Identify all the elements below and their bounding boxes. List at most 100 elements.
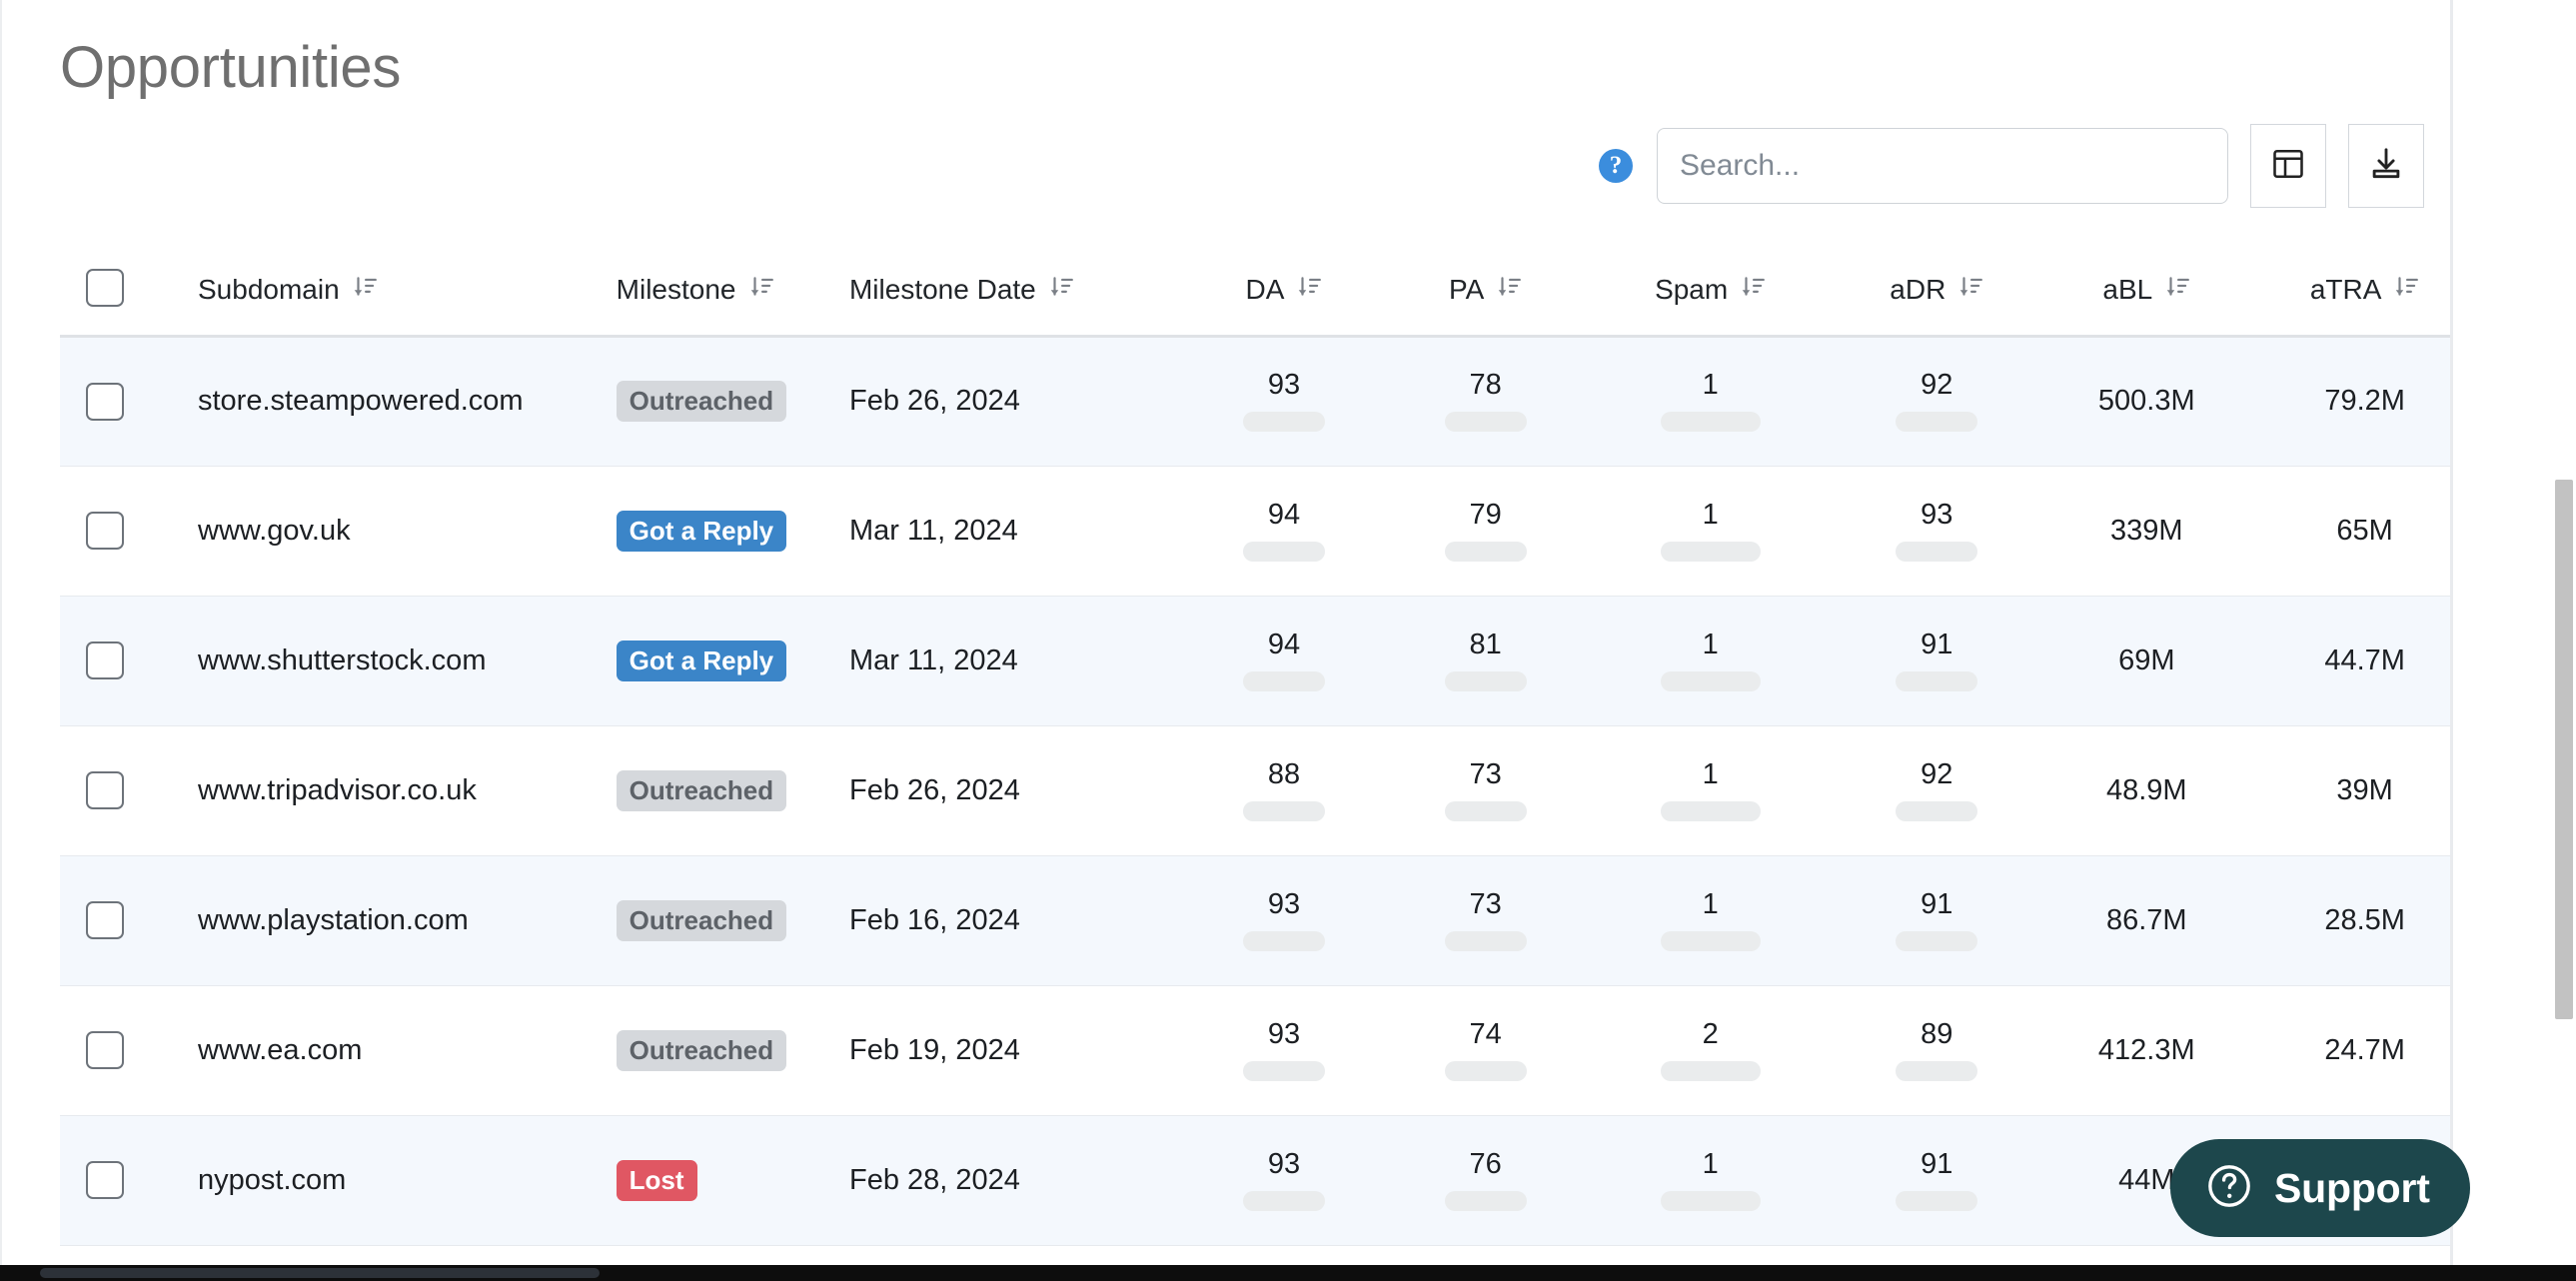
sort-descending-icon[interactable] [2164, 274, 2190, 307]
row-select-cell [60, 1245, 170, 1265]
metric-value: 92 [1921, 369, 1953, 401]
row-checkbox[interactable] [86, 1161, 124, 1199]
table-row[interactable]: www.tripadvisor.co.uk Outreached Feb 26, 2… [60, 725, 2450, 856]
cell-pa: 73 [1385, 725, 1586, 856]
column-header-milestone-date[interactable]: Milestone Date [848, 250, 1183, 338]
table-row[interactable]: www.ea.com Outreached Feb 19, 2024 93 74 2 89 4… [60, 985, 2450, 1116]
columns-settings-button[interactable] [2250, 124, 2326, 208]
column-header-select-all [60, 250, 170, 338]
metric-value: 94 [1267, 628, 1301, 660]
export-download-button[interactable] [2348, 124, 2424, 208]
metric-bar [1242, 412, 1325, 432]
column-header-atra[interactable]: aTRA [2254, 250, 2450, 338]
row-checkbox[interactable] [86, 771, 124, 809]
metric-value: 92 [1921, 757, 1953, 790]
metric-bar [1896, 541, 1978, 562]
column-header-da[interactable]: DA [1182, 250, 1386, 338]
cell-spam: 1 [1585, 725, 1836, 856]
metric-bar [1660, 1190, 1761, 1211]
horizontal-scrollbar-track[interactable] [0, 1265, 2576, 1281]
metric-bar [1444, 800, 1527, 821]
column-header-adr-label: aDR [1890, 274, 1946, 305]
metric-bar [1896, 412, 1978, 432]
horizontal-scrollbar-thumb[interactable] [40, 1268, 600, 1278]
column-header-abl[interactable]: aBL [2037, 250, 2255, 338]
cell-da: 93 [1182, 1115, 1386, 1246]
cell-adr: 89 [1835, 985, 2038, 1116]
table-row[interactable]: www.gov.uk Got a Reply Mar 11, 2024 94 79 1 93… [60, 466, 2450, 597]
opportunities-table-scroll-area[interactable]: Subdomain Milestone Milestone Date DA PA… [60, 250, 2450, 1265]
cell-milestone-date: Feb 16, 2024 [848, 855, 1183, 986]
row-select-cell [60, 985, 170, 1116]
metric-value: 76 [1469, 1147, 1502, 1180]
cell-subdomain: www.ea.com [170, 985, 617, 1116]
cell-milestone: Outreached [616, 336, 849, 467]
sort-descending-icon[interactable] [352, 274, 378, 307]
cell-milestone-date: Mar 11, 2024 [848, 466, 1183, 597]
metric-value: 79 [1469, 498, 1502, 531]
cell-milestone: Outreached [616, 855, 849, 986]
metric-value: 91 [1921, 628, 1953, 660]
cell-abl: 412.3M [2037, 985, 2255, 1116]
row-select-cell [60, 855, 170, 986]
column-header-spam[interactable]: Spam [1585, 250, 1836, 338]
metric-bar [1896, 800, 1978, 821]
metric-value: 78 [1469, 369, 1502, 401]
cell-milestone-date: Mar 11, 2024 [848, 596, 1183, 726]
vertical-scrollbar-track[interactable] [2552, 0, 2576, 1265]
metric-bar [1444, 541, 1527, 562]
table-row[interactable]: www.shutterstock.com Got a Reply Mar 11, 2… [60, 596, 2450, 726]
sort-descending-icon[interactable] [1740, 274, 1766, 307]
search-input[interactable] [1657, 128, 2228, 204]
status-badge: Outreached [616, 769, 787, 811]
row-checkbox[interactable] [86, 512, 124, 550]
row-checkbox[interactable] [86, 382, 124, 421]
cell-pa: 78 [1385, 336, 1586, 467]
row-checkbox[interactable] [86, 901, 124, 939]
row-checkbox[interactable] [86, 641, 124, 679]
table-body: store.steampowered.com Outreached Feb 26, … [60, 336, 2450, 1265]
column-header-subdomain[interactable]: Subdomain [170, 250, 617, 338]
support-widget-button[interactable]: Support [2170, 1139, 2470, 1237]
sort-descending-icon[interactable] [748, 274, 774, 307]
select-all-checkbox[interactable] [86, 268, 124, 307]
page-title: Opportunities [60, 35, 402, 100]
cell-spam: 1 [1585, 596, 1836, 726]
cell-milestone: Lost [616, 1115, 849, 1246]
metric-value: 94 [1267, 498, 1301, 531]
sort-descending-icon[interactable] [2393, 274, 2419, 307]
table-header-row: Subdomain Milestone Milestone Date DA PA… [60, 250, 2450, 338]
column-header-pa[interactable]: PA [1385, 250, 1586, 338]
sort-descending-icon[interactable] [1296, 274, 1322, 307]
table-row[interactable]: www.playstation.com Outreached Feb 16, 202… [60, 855, 2450, 986]
help-icon[interactable]: ? [1599, 149, 1633, 183]
metric-bar [1660, 930, 1761, 951]
sort-descending-icon[interactable] [1957, 274, 1983, 307]
cell-da: 88 [1182, 725, 1386, 856]
cell-subdomain: www.shutterstock.com [170, 596, 617, 726]
table-row[interactable]: www.capitalone.comOutreachedFeb 23, 2024… [60, 1245, 2450, 1265]
row-checkbox[interactable] [86, 1031, 124, 1069]
metric-value: 1 [1702, 887, 1719, 920]
cell-pa: 73 [1385, 855, 1586, 986]
column-header-milestone-date-label: Milestone Date [848, 274, 1036, 305]
sort-descending-icon[interactable] [1048, 274, 1074, 307]
table-row[interactable]: nypost.comLostFeb 28, 2024937619144M20.7… [60, 1115, 2450, 1246]
sort-descending-icon[interactable] [1496, 274, 1522, 307]
cell-subdomain: nypost.com [170, 1115, 617, 1246]
cell-spam: 1 [1585, 1245, 1836, 1265]
metric-value: 93 [1267, 369, 1301, 401]
download-icon [2367, 145, 2405, 188]
cell-atra: 65M [2254, 466, 2450, 597]
row-select-cell [60, 336, 170, 467]
column-header-milestone[interactable]: Milestone [616, 250, 849, 338]
cell-pa: 79 [1385, 466, 1586, 597]
metric-value: 2 [1702, 1017, 1719, 1050]
column-header-adr[interactable]: aDR [1835, 250, 2038, 338]
metric-value: 1 [1702, 1147, 1719, 1180]
metric-bar [1242, 800, 1325, 821]
table-columns-icon [2270, 146, 2306, 187]
vertical-scrollbar-thumb[interactable] [2555, 480, 2573, 1019]
table-row[interactable]: store.steampowered.com Outreached Feb 26, … [60, 336, 2450, 467]
metric-value: 93 [1267, 1147, 1301, 1180]
